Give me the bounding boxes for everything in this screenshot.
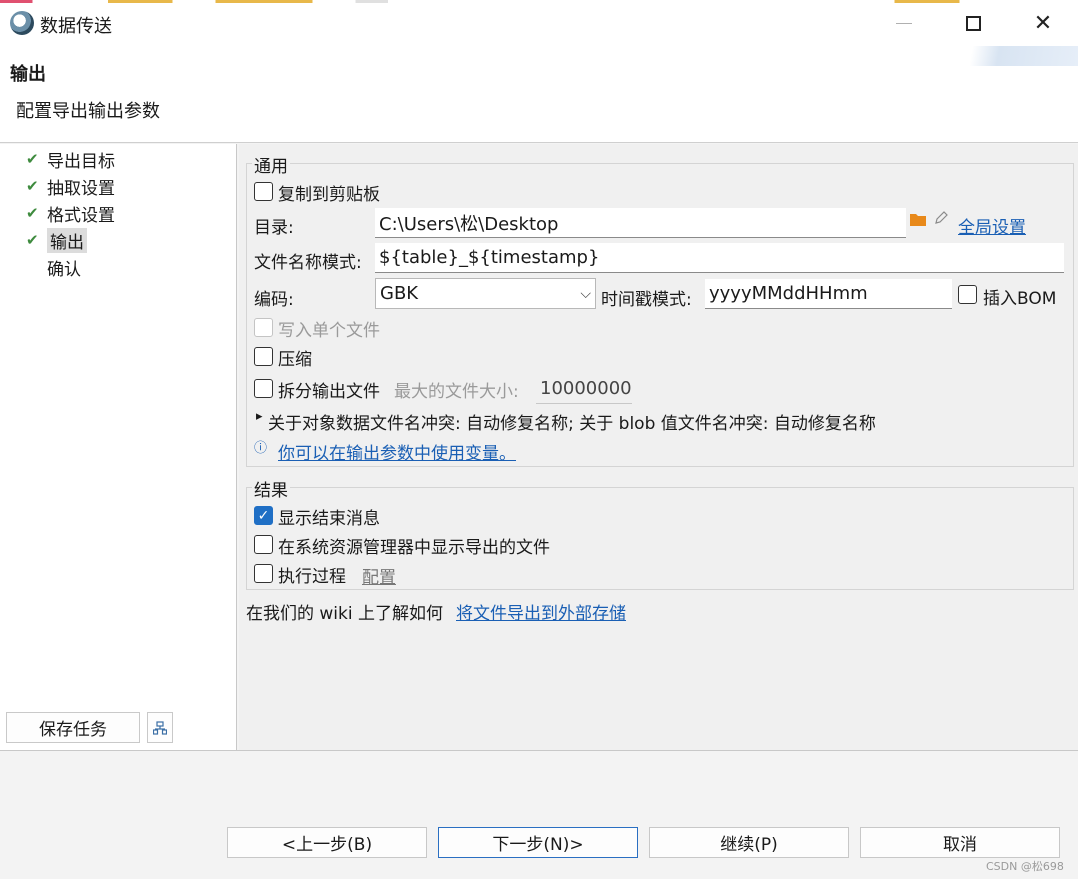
- general-group-label: 通用: [252, 152, 290, 177]
- show-finish-message-checkbox[interactable]: ✓: [254, 506, 273, 525]
- nav-item-label: 抽取设置: [47, 178, 115, 199]
- cancel-button[interactable]: 取消: [860, 827, 1060, 858]
- chevron-down-icon: ⌵: [580, 285, 591, 302]
- process-config-link[interactable]: 配置: [362, 563, 396, 588]
- continue-button[interactable]: 继续(P): [649, 827, 849, 858]
- wiki-help-text: 在我们的 wiki 上了解如何: [246, 604, 444, 624]
- split-output-checkbox[interactable]: [254, 379, 273, 398]
- directory-label: 目录:: [254, 218, 294, 238]
- task-config-button[interactable]: [147, 712, 173, 743]
- folder-icon[interactable]: [910, 211, 926, 226]
- execute-process-checkbox[interactable]: [254, 564, 273, 583]
- footer-divider: [0, 750, 1078, 751]
- compress-label: 压缩: [278, 350, 312, 370]
- compress-checkbox[interactable]: [254, 347, 273, 366]
- filename-pattern-label: 文件名称模式:: [254, 253, 362, 273]
- encoding-select[interactable]: GBK ⌵: [375, 278, 596, 309]
- expand-arrow-icon[interactable]: ▸: [256, 409, 263, 424]
- nav-item-label: 导出目标: [47, 151, 115, 172]
- close-button[interactable]: ✕: [1008, 0, 1078, 46]
- execute-process-label: 执行过程: [278, 567, 346, 587]
- check-icon: ✔: [26, 150, 39, 168]
- max-file-size-label: 最大的文件大小:: [394, 382, 519, 402]
- split-output-label: 拆分输出文件: [278, 382, 380, 402]
- results-group-label: 结果: [252, 476, 290, 501]
- write-single-file-label: 写入单个文件: [278, 321, 380, 341]
- header-decoration: [900, 46, 1078, 66]
- pencil-icon[interactable]: [933, 210, 949, 226]
- nav-item-label: 输出: [47, 227, 87, 253]
- task-config-icon: [153, 720, 167, 735]
- global-settings-link[interactable]: 全局设置: [958, 213, 1026, 238]
- nav-item-output[interactable]: ✔ 输出: [26, 227, 87, 253]
- nav-item-extract-settings[interactable]: ✔ 抽取设置: [26, 173, 115, 199]
- show-in-explorer-label: 在系统资源管理器中显示导出的文件: [278, 538, 550, 558]
- back-button[interactable]: <上一步(B): [227, 827, 427, 858]
- show-in-explorer-checkbox[interactable]: [254, 535, 273, 554]
- maximize-button[interactable]: [938, 0, 1008, 46]
- max-file-size-input[interactable]: 10000000: [536, 374, 632, 404]
- minimize-button[interactable]: [869, 0, 939, 46]
- nav-item-label: 确认: [47, 259, 81, 280]
- nav-item-format-settings[interactable]: ✔ 格式设置: [26, 200, 115, 226]
- show-finish-message-label: 显示结束消息: [278, 509, 380, 529]
- insert-bom-label: 插入BOM: [983, 289, 1057, 309]
- app-logo-icon: [10, 11, 34, 35]
- maximize-icon: [965, 15, 981, 31]
- wiki-external-storage-link[interactable]: 将文件导出到外部存储: [456, 599, 626, 624]
- window-title: 数据传送: [40, 16, 112, 37]
- write-single-file-checkbox[interactable]: [254, 318, 273, 337]
- variables-help-link[interactable]: 你可以在输出参数中使用变量。: [278, 439, 516, 464]
- nav-item-confirm[interactable]: 确认: [26, 254, 81, 280]
- minimize-icon: [896, 22, 912, 24]
- checkmark-icon: ✓: [257, 507, 270, 524]
- nav-item-label: 格式设置: [47, 205, 115, 226]
- page-description: 配置导出输出参数: [16, 101, 160, 122]
- page-title: 输出: [10, 64, 46, 85]
- timestamp-pattern-input[interactable]: yyyyMMddHHmm: [705, 279, 952, 309]
- insert-bom-checkbox[interactable]: [958, 285, 977, 304]
- timestamp-pattern-label: 时间戳模式:: [601, 290, 692, 310]
- next-button[interactable]: 下一步(N)>: [438, 827, 638, 858]
- encoding-label: 编码:: [254, 290, 294, 310]
- close-icon: ✕: [1033, 10, 1053, 36]
- save-task-button[interactable]: 保存任务: [6, 712, 140, 743]
- info-icon: ⓘ: [254, 441, 268, 456]
- copy-to-clipboard-label: 复制到剪贴板: [278, 185, 380, 205]
- watermark-text: CSDN @松698: [986, 860, 1064, 873]
- encoding-value: GBK: [380, 283, 419, 304]
- check-icon: ✔: [26, 204, 39, 222]
- check-icon: ✔: [26, 231, 39, 249]
- conflict-settings-text[interactable]: 关于对象数据文件名冲突: 自动修复名称; 关于 blob 值文件名冲突: 自动修…: [268, 409, 876, 434]
- filename-pattern-input[interactable]: ${table}_${timestamp}: [375, 243, 1064, 273]
- copy-to-clipboard-checkbox[interactable]: [254, 182, 273, 201]
- directory-input[interactable]: C:\Users\松\Desktop: [375, 208, 906, 238]
- nav-item-export-target[interactable]: ✔ 导出目标: [26, 146, 115, 172]
- check-icon: ✔: [26, 177, 39, 195]
